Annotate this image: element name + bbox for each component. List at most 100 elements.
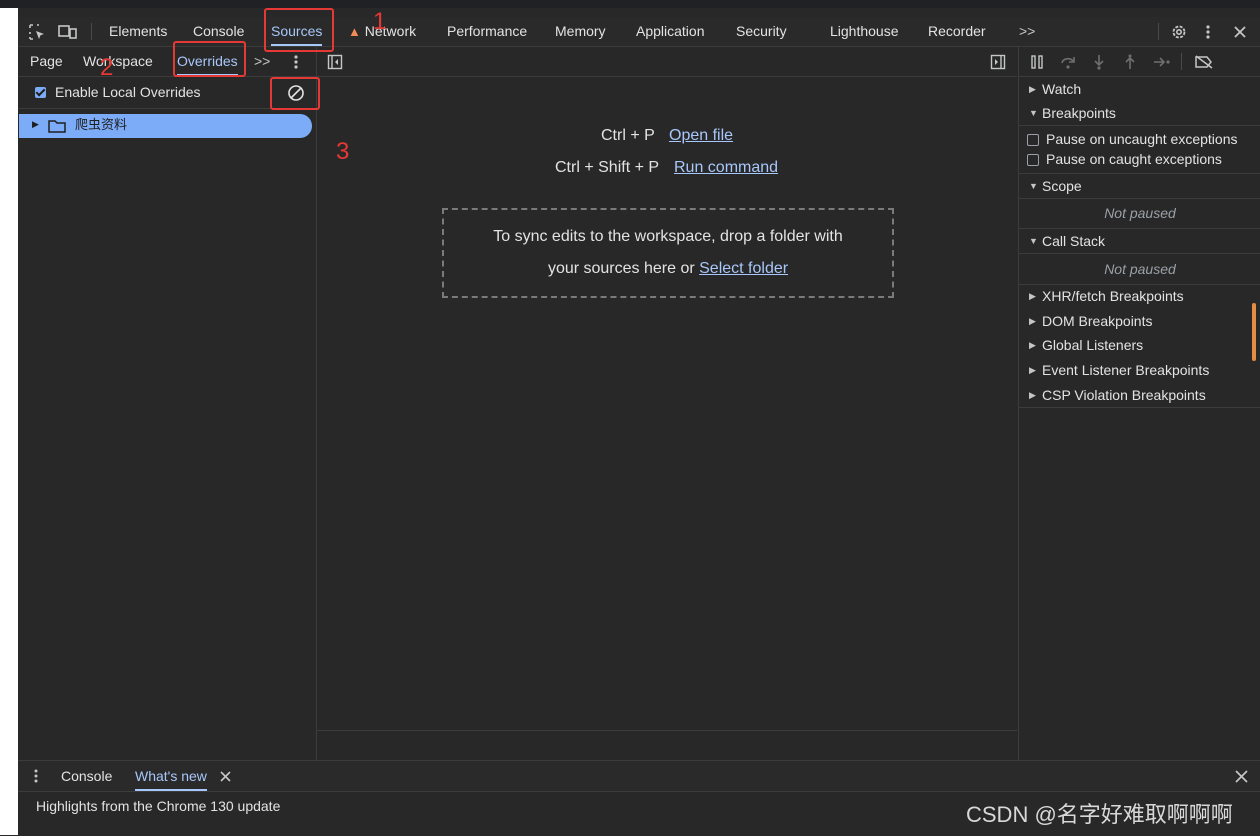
csdn-watermark: CSDN @名字好难取啊啊啊: [966, 802, 1233, 827]
pause-uncaught-label: Pause on uncaught exceptions: [1046, 131, 1238, 147]
tab-recorder[interactable]: Recorder: [928, 17, 986, 46]
close-devtools-icon[interactable]: [1230, 22, 1250, 42]
sidebar-scrollbar[interactable]: [1252, 303, 1256, 361]
expanded-triangle-icon: ▼: [1029, 181, 1038, 191]
navigator-menu-icon[interactable]: [290, 53, 302, 71]
debugger-toolbar: [1019, 47, 1260, 77]
annotation-number-1: 1: [373, 8, 387, 35]
section-csp-breakpoints[interactable]: ▶ CSP Violation Breakpoints: [1019, 383, 1260, 408]
navigator-tab-workspace[interactable]: Workspace: [83, 47, 153, 76]
drop-zone-text-prefix: your sources here or: [547, 260, 695, 277]
expand-triangle-icon[interactable]: ▶: [32, 119, 39, 130]
enable-local-overrides-label[interactable]: Enable Local Overrides: [55, 77, 201, 108]
inspect-element-icon[interactable]: [26, 22, 48, 42]
section-global-listeners[interactable]: ▶ Global Listeners: [1019, 333, 1260, 357]
tab-memory[interactable]: Memory: [555, 17, 606, 46]
step-out-icon[interactable]: [1121, 53, 1139, 71]
section-scope[interactable]: ▼ Scope: [1019, 173, 1260, 199]
section-event-listener-breakpoints[interactable]: ▶ Event Listener Breakpoints: [1019, 358, 1260, 382]
warning-icon: ▲: [348, 24, 361, 39]
pause-caught-checkbox[interactable]: [1027, 154, 1039, 166]
drawer-tab-whats-new[interactable]: What's new: [135, 761, 207, 791]
section-watch-label: Watch: [1042, 81, 1082, 97]
whats-new-highlights: Highlights from the Chrome 130 update: [36, 798, 281, 814]
section-csp-label: CSP Violation Breakpoints: [1042, 387, 1206, 403]
tab-lighthouse[interactable]: Lighthouse: [830, 17, 899, 46]
pause-icon[interactable]: [1028, 53, 1046, 71]
folder-drop-zone[interactable]: To sync edits to the workspace, drop a f…: [442, 208, 894, 298]
call-stack-not-paused: Not paused: [1019, 254, 1260, 285]
section-dom-breakpoints[interactable]: ▶ DOM Breakpoints: [1019, 309, 1260, 333]
toggle-navigator-icon[interactable]: [326, 53, 344, 71]
section-call-stack[interactable]: ▼ Call Stack: [1019, 229, 1260, 254]
section-xhr-breakpoints[interactable]: ▶ XHR/fetch Breakpoints: [1019, 284, 1260, 308]
pause-caught-row[interactable]: Pause on caught exceptions: [1019, 149, 1260, 169]
scope-not-paused: Not paused: [1019, 198, 1260, 229]
editor-toolbar: [317, 47, 1017, 77]
tree-folder-label: 爬虫资料: [75, 118, 128, 133]
navigator-pane: Page Workspace Overrides >> Enable Local…: [18, 47, 317, 760]
tab-elements[interactable]: Elements: [109, 17, 167, 46]
tree-folder-row[interactable]: ▶ 爬虫资料: [19, 114, 312, 138]
drop-zone-text-line2: your sources here or Select folder: [444, 253, 892, 285]
tab-performance[interactable]: Performance: [447, 17, 527, 46]
step-over-icon[interactable]: [1059, 53, 1077, 71]
section-global-label: Global Listeners: [1042, 337, 1144, 353]
collapsed-triangle-icon: ▶: [1029, 84, 1036, 94]
device-toolbar-icon[interactable]: [56, 22, 80, 42]
section-breakpoints[interactable]: ▼ Breakpoints: [1019, 101, 1260, 126]
toggle-debugger-icon[interactable]: [989, 53, 1007, 71]
close-whats-new-icon[interactable]: [218, 769, 232, 783]
section-event-label: Event Listener Breakpoints: [1042, 362, 1210, 378]
editor-footer-divider: [317, 730, 1017, 731]
settings-gear-icon[interactable]: [1168, 22, 1190, 42]
drop-zone-text-line1: To sync edits to the workspace, drop a f…: [493, 228, 843, 245]
drawer-tab-console[interactable]: Console: [61, 761, 112, 791]
more-tabs-chevron-icon[interactable]: >>: [1019, 17, 1035, 46]
section-scope-label: Scope: [1042, 178, 1082, 194]
section-call-stack-label: Call Stack: [1042, 233, 1106, 249]
expanded-triangle-icon: ▼: [1029, 108, 1038, 118]
folder-icon: [48, 119, 66, 136]
collapsed-triangle-icon: ▶: [1029, 365, 1036, 375]
annotation-box-overrides: [173, 41, 246, 77]
pause-uncaught-row[interactable]: Pause on uncaught exceptions: [1019, 129, 1260, 149]
annotation-box-clear-overrides: [270, 77, 320, 110]
debugger-sidebar: ▶ Watch ▼ Breakpoints Pause on uncaught …: [1018, 47, 1260, 760]
pause-caught-label: Pause on caught exceptions: [1046, 151, 1222, 167]
deactivate-breakpoints-icon[interactable]: [1193, 53, 1215, 71]
select-folder-link[interactable]: Select folder: [699, 260, 788, 277]
shortcut-open-file: Ctrl + P: [601, 127, 655, 144]
section-xhr-label: XHR/fetch Breakpoints: [1042, 288, 1184, 304]
toolbar-divider: [91, 23, 92, 40]
annotation-number-3: 3: [336, 138, 350, 165]
toolbar-divider: [1181, 53, 1182, 70]
collapsed-triangle-icon: ▶: [1029, 340, 1036, 350]
step-into-icon[interactable]: [1090, 53, 1108, 71]
drawer-menu-icon[interactable]: [30, 768, 42, 784]
open-file-link[interactable]: Open file: [669, 127, 733, 145]
pause-uncaught-checkbox[interactable]: [1027, 134, 1039, 146]
close-drawer-icon[interactable]: [1233, 768, 1249, 784]
annotation-number-2: 2: [100, 54, 114, 81]
tab-application[interactable]: Application: [636, 17, 705, 46]
annotation-box-sources: [264, 8, 334, 52]
browser-top-strip: [0, 0, 1260, 8]
collapsed-triangle-icon: ▶: [1029, 291, 1036, 301]
collapsed-triangle-icon: ▶: [1029, 390, 1036, 400]
toolbar-divider: [1158, 23, 1159, 40]
page-viewport-edge: [0, 8, 18, 835]
run-command-link[interactable]: Run command: [674, 159, 778, 177]
section-watch[interactable]: ▶ Watch: [1019, 77, 1260, 101]
navigator-tab-page[interactable]: Page: [30, 47, 63, 76]
step-icon[interactable]: [1152, 53, 1172, 71]
collapsed-triangle-icon: ▶: [1029, 316, 1036, 326]
editor-pane: Ctrl + P Open file Ctrl + Shift + P Run …: [317, 47, 1017, 760]
section-breakpoints-label: Breakpoints: [1042, 105, 1116, 121]
drawer-tabbar: Console What's new: [18, 761, 1260, 792]
expanded-triangle-icon: ▼: [1029, 236, 1038, 246]
enable-local-overrides-checkbox[interactable]: [35, 87, 46, 98]
customize-menu-icon[interactable]: [1200, 22, 1216, 42]
section-dom-label: DOM Breakpoints: [1042, 313, 1153, 329]
tab-security[interactable]: Security: [736, 17, 787, 46]
